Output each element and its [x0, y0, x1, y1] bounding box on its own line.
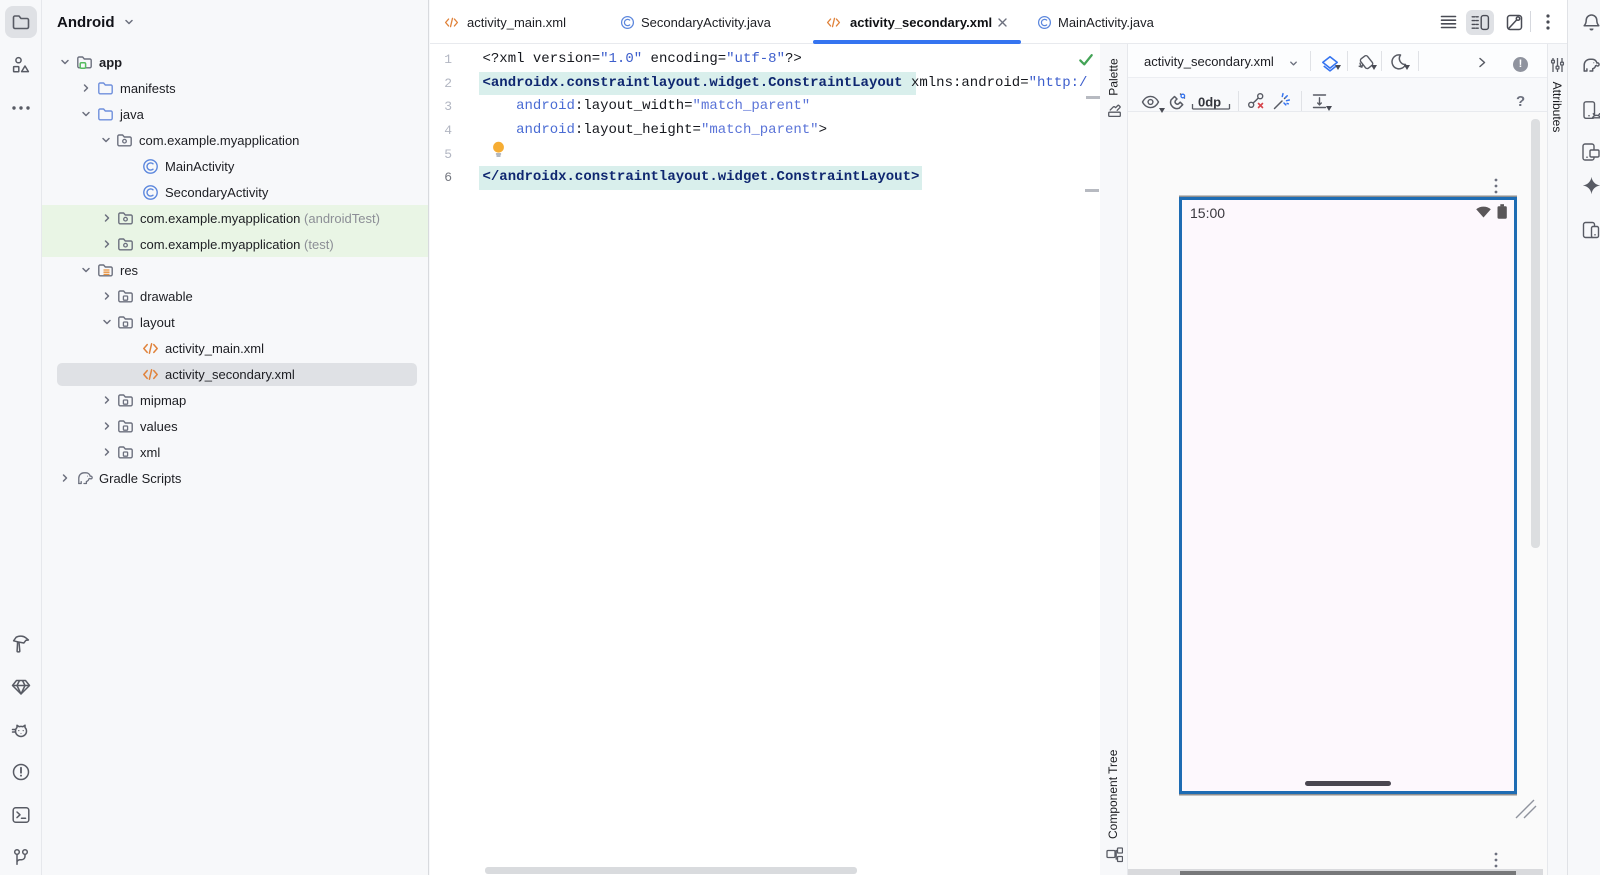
svg-text:0dp: 0dp — [1198, 95, 1221, 110]
